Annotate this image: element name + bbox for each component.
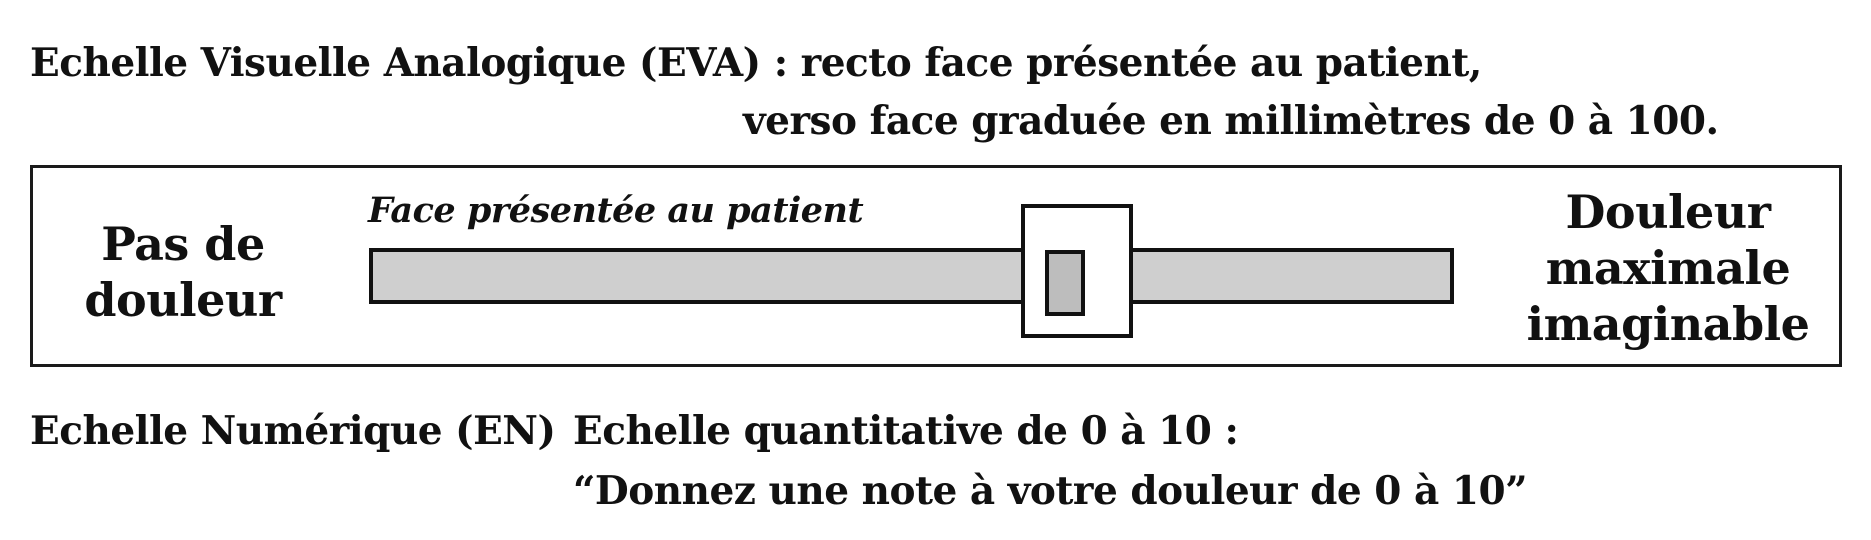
eva-description: verso face graduée en millimètres de 0 à… — [743, 98, 1719, 144]
scale-caption: Face présentée au patient — [368, 190, 864, 231]
left-anchor-label: Pas de douleur — [78, 216, 288, 328]
slider-cursor-marker[interactable] — [1045, 250, 1085, 316]
left-anchor-line: douleur — [84, 273, 282, 327]
right-anchor-label: Douleur maximale imaginable — [1523, 184, 1813, 352]
right-anchor-line: maximale — [1545, 241, 1791, 295]
eva-title: Echelle Visuelle Analogique (EVA) : rect… — [30, 40, 1482, 86]
right-anchor-line: imaginable — [1526, 297, 1810, 351]
left-anchor-line: Pas de — [101, 217, 265, 271]
scale-track — [369, 248, 1454, 304]
eva-scale-panel: Pas de douleur Face présentée au patient… — [30, 165, 1842, 367]
en-instruction-quote: “Donnez une note à votre douleur de 0 à … — [573, 468, 1528, 514]
en-description: Echelle quantitative de 0 à 10 : — [573, 408, 1239, 454]
right-anchor-line: Douleur — [1565, 185, 1771, 239]
en-title: Echelle Numérique (EN) — [30, 408, 556, 454]
